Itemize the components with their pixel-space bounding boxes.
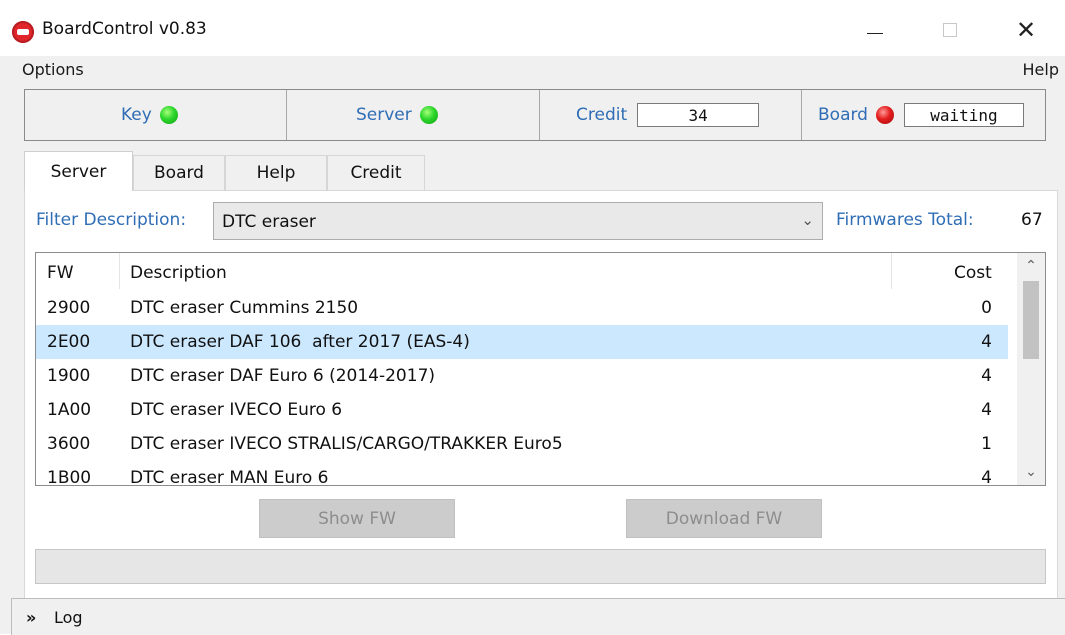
app-logo-icon: [12, 21, 34, 43]
tab-help[interactable]: Help: [225, 155, 327, 190]
close-button[interactable]: ✕: [1003, 10, 1049, 50]
maximize-button[interactable]: [927, 10, 973, 50]
scroll-thumb[interactable]: [1023, 281, 1039, 359]
table-row-selected[interactable]: 2E00 DTC eraser DAF 106 after 2017 (EAS-…: [36, 325, 1008, 359]
cell-fw: 1A00: [47, 400, 92, 420]
server-label: Server: [356, 105, 412, 125]
credit-value: 34: [637, 103, 760, 127]
cell-cost: 4: [981, 400, 992, 420]
server-status: Server: [356, 90, 438, 140]
board-led-icon: [875, 106, 894, 124]
column-separator: [891, 253, 892, 289]
key-status: Key: [121, 90, 178, 140]
tab-server[interactable]: Server: [24, 151, 133, 191]
maximize-icon: [943, 23, 957, 37]
credit-label: Credit: [576, 105, 628, 125]
minimize-button[interactable]: [852, 10, 898, 50]
cell-description: DTC eraser MAN Euro 6: [130, 468, 329, 486]
cell-description: DTC eraser DAF Euro 6 (2014-2017): [130, 366, 436, 386]
column-header-cost[interactable]: Cost: [954, 263, 992, 283]
progress-bar: [35, 549, 1046, 584]
filter-value: DTC eraser: [222, 212, 316, 232]
cell-description: DTC eraser IVECO Euro 6: [130, 400, 343, 420]
cell-fw: 1900: [47, 366, 91, 386]
table-row[interactable]: 3600 DTC eraser IVECO STRALIS/CARGO/TRAK…: [36, 427, 1008, 461]
column-header-fw[interactable]: FW: [47, 263, 74, 283]
cell-cost: 0: [981, 298, 992, 318]
cell-cost: 4: [981, 468, 992, 486]
expand-arrows-icon[interactable]: »: [26, 608, 36, 627]
cell-description: DTC eraser IVECO STRALIS/CARGO/TRAKKER E…: [130, 434, 563, 454]
log-bar[interactable]: » Log: [11, 598, 1065, 635]
table-row[interactable]: 1900 DTC eraser DAF Euro 6 (2014-2017) 4: [36, 359, 1008, 393]
scroll-up-icon[interactable]: ⌃: [1017, 253, 1045, 279]
window-title: BoardControl v0.83: [42, 19, 207, 39]
status-divider: [539, 90, 540, 140]
menu-options[interactable]: Options: [22, 60, 84, 79]
board-status: Board waiting: [818, 90, 1024, 140]
firmwares-total-label: Firmwares Total:: [836, 210, 974, 230]
board-label: Board: [818, 105, 868, 125]
tab-credit[interactable]: Credit: [327, 155, 425, 190]
cell-fw: 3600: [47, 434, 91, 454]
menu-help[interactable]: Help: [1023, 60, 1059, 79]
board-value: waiting: [903, 103, 1024, 127]
cell-cost: 4: [981, 366, 992, 386]
cell-cost: 1: [981, 434, 992, 454]
close-icon: ✕: [1015, 16, 1037, 44]
cell-fw: 2E00: [47, 332, 91, 352]
table-row[interactable]: 2900 DTC eraser Cummins 2150 0: [36, 291, 1008, 325]
download-fw-button[interactable]: Download FW: [626, 499, 822, 538]
tab-board[interactable]: Board: [133, 155, 225, 190]
filter-label: Filter Description:: [36, 210, 187, 230]
cell-description: DTC eraser DAF 106 after 2017 (EAS-4): [130, 332, 470, 352]
minimize-icon: [867, 32, 883, 34]
cell-fw: 1B00: [47, 468, 92, 486]
title-bar[interactable]: BoardControl v0.83 ✕: [0, 0, 1065, 56]
status-divider: [286, 90, 287, 140]
scroll-down-icon[interactable]: ⌄: [1017, 459, 1045, 485]
credit-status: Credit 34: [576, 90, 760, 140]
table-row[interactable]: 1B00 DTC eraser MAN Euro 6 4: [36, 461, 1008, 486]
chevron-down-icon: ⌄: [801, 211, 814, 229]
column-header-description[interactable]: Description: [130, 263, 227, 283]
firmwares-total-value: 67: [1021, 210, 1043, 230]
vertical-scrollbar[interactable]: ⌃ ⌄: [1017, 253, 1045, 485]
key-led-icon: [159, 106, 178, 124]
status-divider: [801, 90, 802, 140]
server-led-icon: [419, 106, 438, 124]
cell-description: DTC eraser Cummins 2150: [130, 298, 359, 318]
cell-cost: 4: [981, 332, 992, 352]
column-separator: [119, 253, 120, 289]
cell-fw: 2900: [47, 298, 91, 318]
menu-bar: Options Help: [0, 56, 1065, 84]
show-fw-button[interactable]: Show FW: [259, 499, 455, 538]
app-window: BoardControl v0.83 ✕ Options Help Key Se…: [0, 0, 1065, 635]
firmware-table[interactable]: FW Description Cost 2900 DTC eraser Cumm…: [35, 252, 1046, 486]
filter-description-select[interactable]: DTC eraser ⌄: [213, 202, 823, 240]
status-panel: Key Server Credit 34 Board waiting: [24, 89, 1046, 141]
key-label: Key: [121, 105, 152, 125]
log-label[interactable]: Log: [54, 608, 83, 627]
table-row[interactable]: 1A00 DTC eraser IVECO Euro 6 4: [36, 393, 1008, 427]
